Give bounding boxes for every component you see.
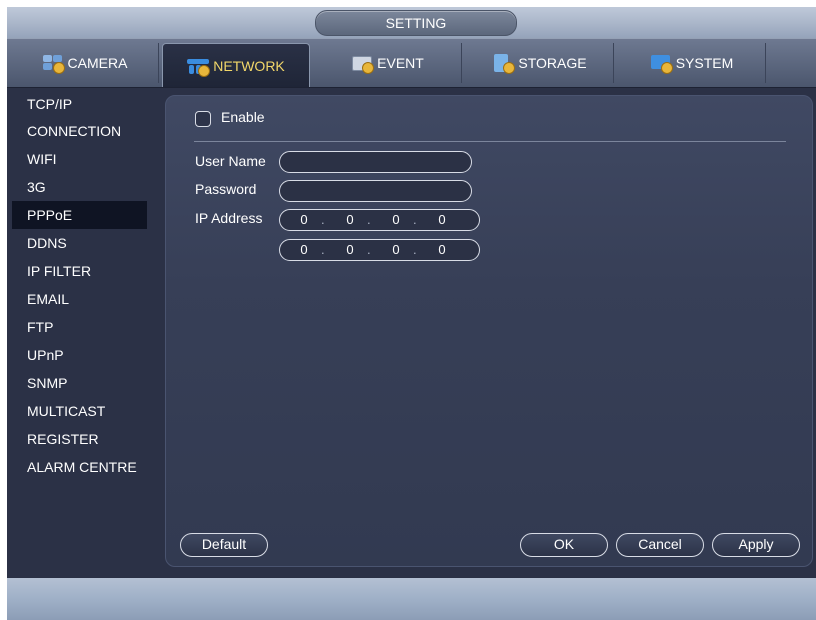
storage-settings-icon xyxy=(492,53,516,74)
system-settings-icon xyxy=(650,53,673,74)
sidebar-item-3g[interactable]: 3G xyxy=(12,173,147,201)
camera-settings-icon xyxy=(42,53,65,74)
default-button[interactable]: Default xyxy=(180,533,268,557)
sidebar-item-tcpip[interactable]: TCP/IP xyxy=(12,90,147,118)
pppoe-settings-panel: Enable User Name Password IP Address 0 .… xyxy=(165,95,813,567)
password-label: Password xyxy=(195,181,257,197)
tab-event-label: EVENT xyxy=(377,55,424,71)
ip-address-label: IP Address xyxy=(195,210,263,226)
settings-window: SETTING CAMERA NETWORK EVENT STORAGE SYS… xyxy=(7,7,816,620)
username-input[interactable] xyxy=(279,151,472,173)
title-bar: SETTING xyxy=(7,7,816,38)
sidebar: TCP/IP CONNECTION WIFI 3G PPPoE DDNS IP … xyxy=(7,88,157,578)
tab-storage[interactable]: STORAGE xyxy=(466,43,614,83)
sidebar-item-email[interactable]: EMAIL xyxy=(12,285,147,313)
ip2-octet-2[interactable]: 0 xyxy=(338,242,362,257)
password-input[interactable] xyxy=(279,180,472,202)
cancel-button[interactable]: Cancel xyxy=(616,533,704,557)
tab-event[interactable]: EVENT xyxy=(314,43,462,83)
network-settings-icon xyxy=(187,56,211,77)
enable-checkbox[interactable] xyxy=(195,111,211,127)
ip-octet-4[interactable]: 0 xyxy=(430,212,454,227)
tab-network[interactable]: NETWORK xyxy=(162,43,310,87)
username-label: User Name xyxy=(195,153,266,169)
sidebar-item-upnp[interactable]: UPnP xyxy=(12,341,147,369)
sidebar-item-wifi[interactable]: WIFI xyxy=(12,145,147,173)
apply-button[interactable]: Apply xyxy=(712,533,800,557)
ip2-octet-1[interactable]: 0 xyxy=(292,242,316,257)
ip-octet-2[interactable]: 0 xyxy=(338,212,362,227)
tab-storage-label: STORAGE xyxy=(518,55,587,71)
tab-camera[interactable]: CAMERA xyxy=(11,43,159,83)
sidebar-item-connection[interactable]: CONNECTION xyxy=(12,117,147,145)
ip-octet-1[interactable]: 0 xyxy=(292,212,316,227)
ip2-octet-3[interactable]: 0 xyxy=(384,242,408,257)
tab-camera-label: CAMERA xyxy=(67,55,128,71)
sidebar-item-pppoe[interactable]: PPPoE xyxy=(12,201,147,229)
sidebar-item-alarm-centre[interactable]: ALARM CENTRE xyxy=(12,453,147,481)
sidebar-item-snmp[interactable]: SNMP xyxy=(12,369,147,397)
event-settings-icon xyxy=(351,53,375,74)
sidebar-item-ftp[interactable]: FTP xyxy=(12,313,147,341)
enable-label: Enable xyxy=(221,109,265,125)
secondary-address-input[interactable]: 0 . 0 . 0 . 0 xyxy=(279,239,480,261)
tab-system-label: SYSTEM xyxy=(675,55,734,71)
footer-bar xyxy=(7,577,816,620)
sidebar-item-register[interactable]: REGISTER xyxy=(12,425,147,453)
sidebar-item-ddns[interactable]: DDNS xyxy=(12,229,147,257)
tab-system[interactable]: SYSTEM xyxy=(618,43,766,83)
tab-network-label: NETWORK xyxy=(213,57,285,74)
ok-button[interactable]: OK xyxy=(520,533,608,557)
divider xyxy=(194,141,786,142)
ip-address-input[interactable]: 0 . 0 . 0 . 0 xyxy=(279,209,480,231)
ip-octet-3[interactable]: 0 xyxy=(384,212,408,227)
sidebar-item-ip-filter[interactable]: IP FILTER xyxy=(12,257,147,285)
sidebar-item-multicast[interactable]: MULTICAST xyxy=(12,397,147,425)
tab-bar: CAMERA NETWORK EVENT STORAGE SYSTEM xyxy=(7,38,816,88)
ip2-octet-4[interactable]: 0 xyxy=(430,242,454,257)
window-title: SETTING xyxy=(315,10,517,36)
